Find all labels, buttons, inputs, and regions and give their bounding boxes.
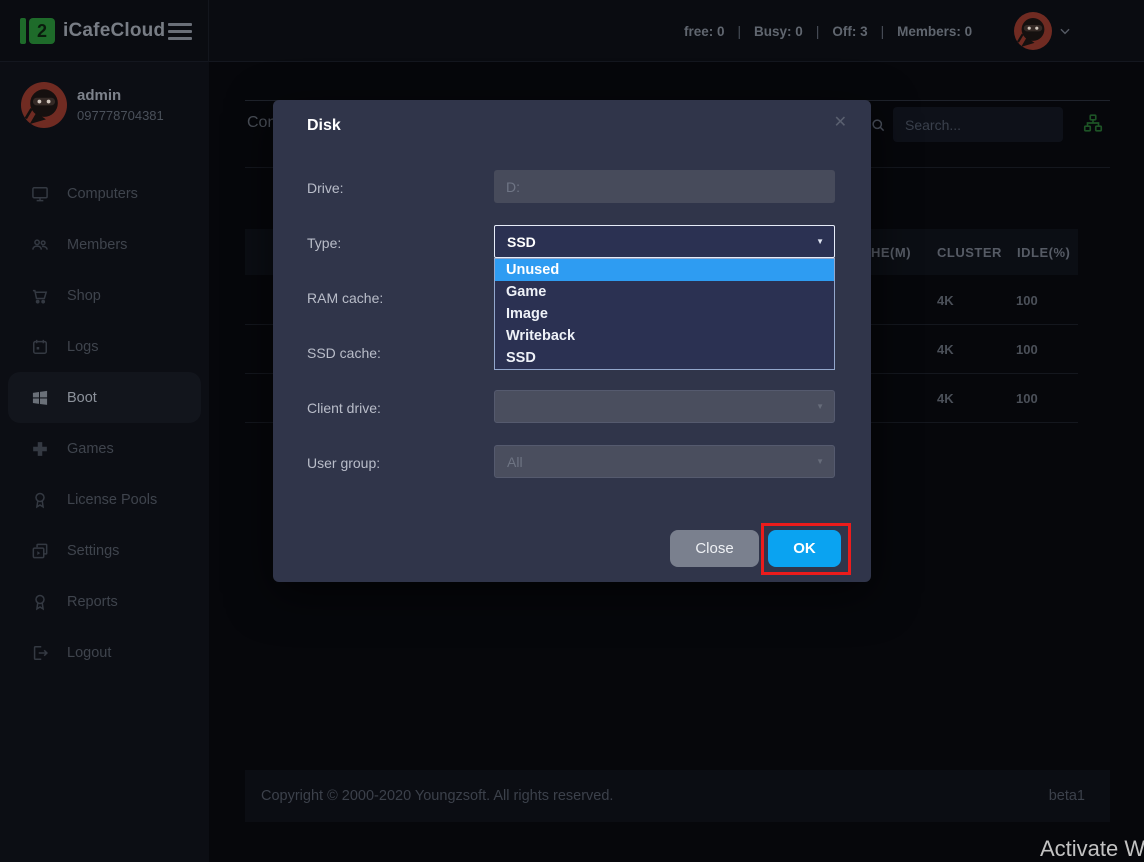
column-header-idle: IDLE(%) xyxy=(1017,245,1070,260)
stat-members: Members: 0 xyxy=(897,24,972,39)
dropdown-option-image[interactable]: Image xyxy=(495,303,834,325)
sidebar-item-shop[interactable]: Shop xyxy=(0,270,209,321)
copyright-text: Copyright © 2000-2020 Youngzsoft. All ri… xyxy=(261,788,613,804)
badge-icon xyxy=(30,592,50,612)
topbar: 2 iCafeCloud free: 0 | Busy: 0 | Off: 3 … xyxy=(0,0,1144,62)
sidebar-item-reports[interactable]: Reports xyxy=(0,576,209,627)
version-label: beta1 xyxy=(1049,788,1085,804)
user-group-label: User group: xyxy=(307,455,380,471)
table-cell-cluster: 4K xyxy=(937,293,954,308)
page-title: Con xyxy=(247,114,276,132)
activate-windows-watermark: Activate Windo xyxy=(1040,836,1144,862)
dropdown-option-game[interactable]: Game xyxy=(495,281,834,303)
table-cell-idle: 100 xyxy=(1016,342,1038,357)
select-arrow-icon: ▼ xyxy=(816,237,824,246)
user-phone: 097778704381 xyxy=(77,108,164,123)
footer: Copyright © 2000-2020 Youngzsoft. All ri… xyxy=(245,770,1110,822)
layers-icon xyxy=(30,541,50,561)
disk-modal: Disk ✕ Drive: Type: SSD ▼ Unused Game Im… xyxy=(273,100,871,582)
sidebar-item-logout[interactable]: Logout xyxy=(0,627,209,678)
ok-button[interactable]: OK xyxy=(768,530,841,567)
search-icon xyxy=(869,116,887,134)
dropdown-option-writeback[interactable]: Writeback xyxy=(495,325,834,347)
table-cell-idle: 100 xyxy=(1016,293,1038,308)
sidebar-item-boot[interactable]: Boot xyxy=(8,372,201,423)
logo-icon: 2 xyxy=(20,18,55,44)
drive-input[interactable] xyxy=(494,170,835,203)
gamepad-icon xyxy=(30,439,50,459)
close-icon[interactable]: ✕ xyxy=(834,112,847,132)
client-drive-label: Client drive: xyxy=(307,400,381,416)
chevron-down-icon[interactable] xyxy=(1058,24,1072,38)
stat-busy: Busy: 0 xyxy=(754,24,803,39)
table-cell-cluster: 4K xyxy=(937,391,954,406)
type-dropdown-list: Unused Game Image Writeback SSD xyxy=(494,258,835,370)
calendar-icon xyxy=(30,337,50,357)
sidebar-item-games[interactable]: Games xyxy=(0,423,209,474)
column-header-cluster: CLUSTER xyxy=(937,245,1002,260)
ninja-avatar-icon xyxy=(1014,12,1052,50)
user-avatar[interactable] xyxy=(1014,12,1052,50)
sidebar-item-license-pools[interactable]: License Pools xyxy=(0,474,209,525)
drive-label: Drive: xyxy=(307,180,344,196)
windows-icon xyxy=(30,388,50,408)
stat-off: Off: 3 xyxy=(832,24,867,39)
people-icon xyxy=(30,235,50,255)
column-header-cache: HE(M) xyxy=(871,245,911,260)
sidebar-menu: Computers Members Shop xyxy=(0,168,209,678)
stat-free: free: 0 xyxy=(684,24,725,39)
select-arrow-icon: ▼ xyxy=(816,402,824,411)
sidebar-item-logs[interactable]: Logs xyxy=(0,321,209,372)
sidebar-item-settings[interactable]: Settings xyxy=(0,525,209,576)
network-sitemap-icon[interactable] xyxy=(1082,112,1104,134)
type-label: Type: xyxy=(307,235,341,251)
sidebar-item-computers[interactable]: Computers xyxy=(0,168,209,219)
select-arrow-icon: ▼ xyxy=(816,457,824,466)
ram-cache-label: RAM cache: xyxy=(307,290,383,306)
user-avatar xyxy=(21,82,67,128)
username: admin xyxy=(77,87,164,104)
sidebar-user: admin 097778704381 xyxy=(21,82,164,128)
hamburger-menu-icon[interactable] xyxy=(168,23,192,44)
search-input[interactable] xyxy=(893,107,1063,142)
monitor-icon xyxy=(30,184,50,204)
logout-icon xyxy=(30,643,50,663)
dropdown-option-ssd[interactable]: SSD xyxy=(495,347,834,369)
user-group-select[interactable]: All ▼ xyxy=(494,445,835,478)
table-cell-cluster: 4K xyxy=(937,342,954,357)
sidebar-item-members[interactable]: Members xyxy=(0,219,209,270)
status-counters: free: 0 | Busy: 0 | Off: 3 | Members: 0 xyxy=(684,0,972,62)
client-drive-select[interactable]: ▼ xyxy=(494,390,835,423)
logo-text: iCafeCloud xyxy=(63,20,165,42)
user-group-value: All xyxy=(507,454,523,470)
sidebar: admin 097778704381 Computers Members xyxy=(0,62,209,862)
ninja-avatar-icon xyxy=(21,82,67,128)
table-cell-idle: 100 xyxy=(1016,391,1038,406)
type-select-value: SSD xyxy=(507,234,536,250)
badge-icon xyxy=(30,490,50,510)
dropdown-option-unused[interactable]: Unused xyxy=(495,259,834,281)
type-select[interactable]: SSD ▼ xyxy=(494,225,835,258)
ssd-cache-label: SSD cache: xyxy=(307,345,381,361)
cart-icon xyxy=(30,286,50,306)
modal-title: Disk xyxy=(307,117,341,135)
close-button[interactable]: Close xyxy=(670,530,759,567)
